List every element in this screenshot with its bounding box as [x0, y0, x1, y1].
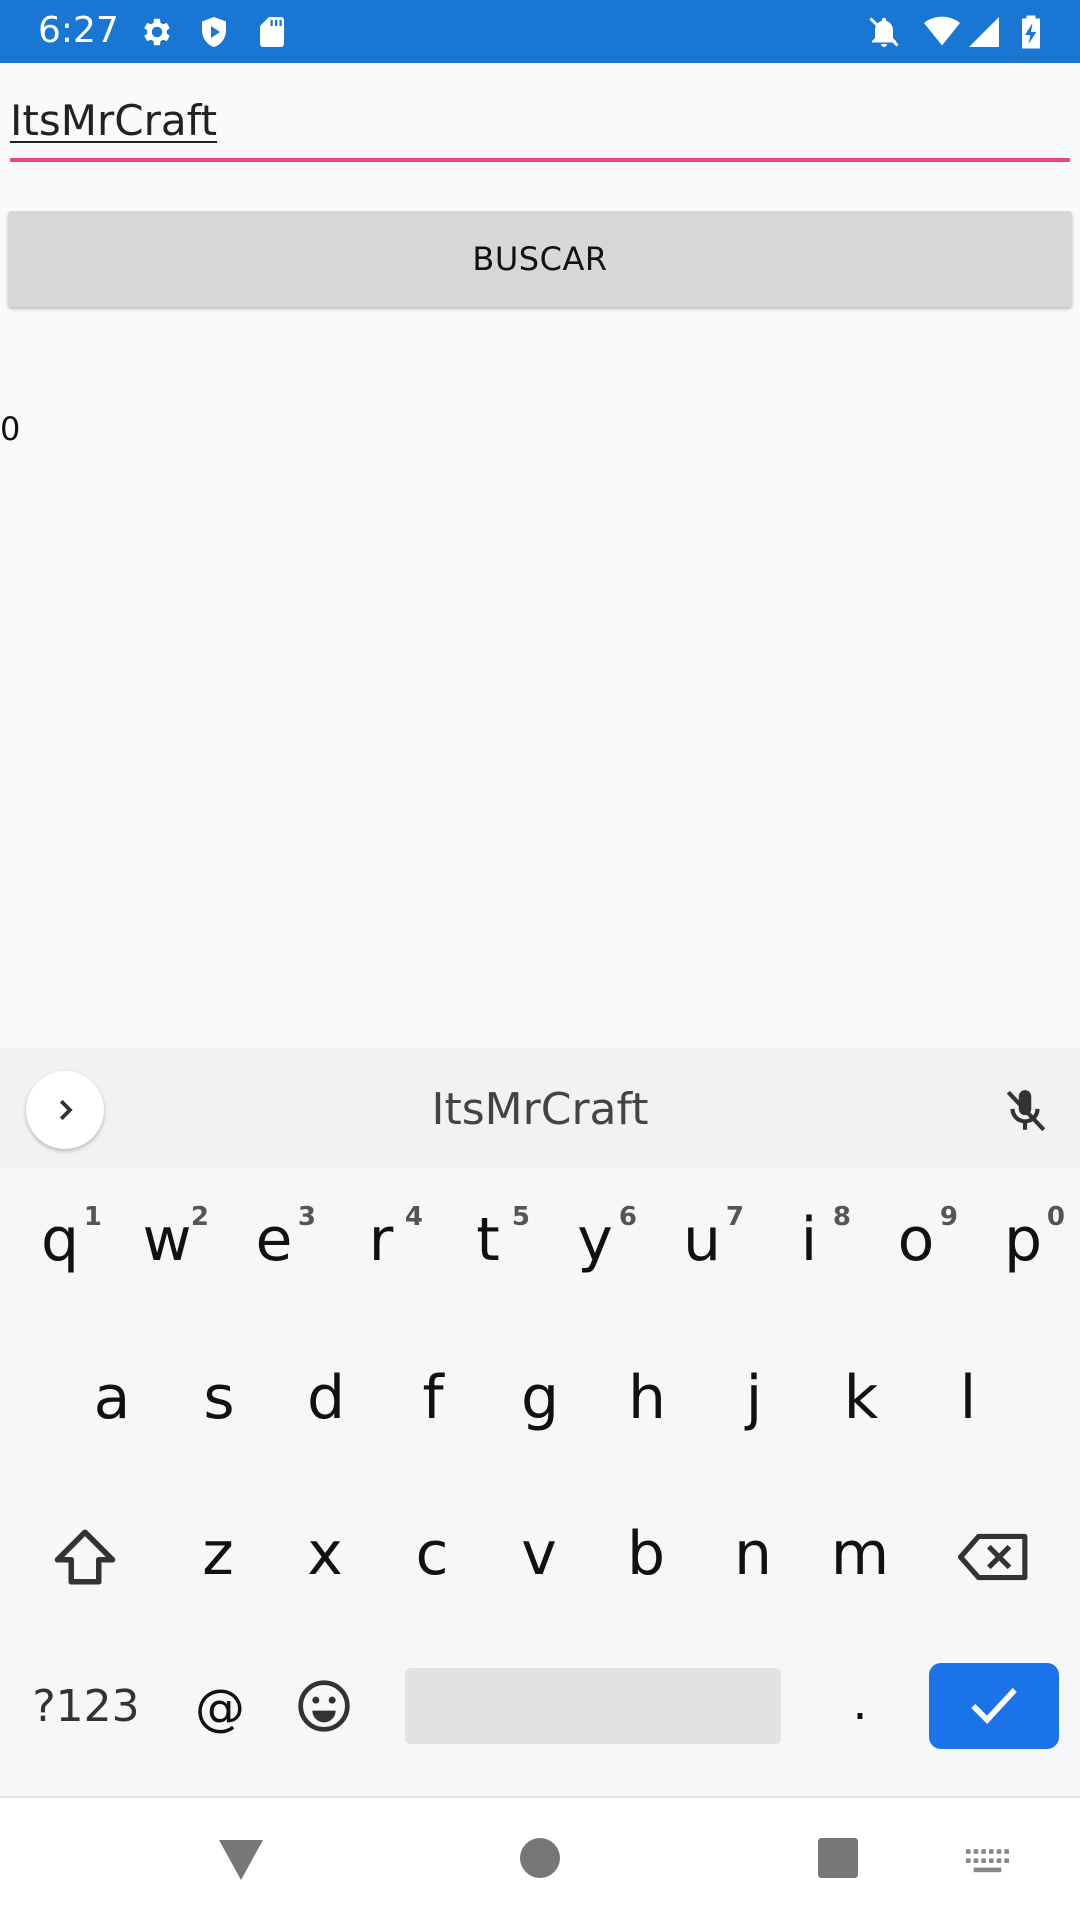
keyboard-switch-icon[interactable] — [966, 1848, 1012, 1878]
key-m[interactable]: m — [810, 1494, 910, 1614]
search-input[interactable] — [10, 96, 1070, 162]
key-y[interactable]: y6 — [545, 1180, 645, 1300]
key-hint-number: 7 — [725, 1202, 744, 1232]
battery-charging-icon — [1022, 15, 1040, 49]
key-e[interactable]: e3 — [224, 1180, 324, 1300]
key-h[interactable]: h — [597, 1338, 697, 1458]
key-label: i — [800, 1205, 818, 1275]
key-hint-number: 4 — [404, 1202, 423, 1232]
backspace-key[interactable] — [958, 1530, 1030, 1584]
key-label: h — [627, 1363, 667, 1433]
key-b[interactable]: b — [596, 1494, 696, 1614]
key-o[interactable]: o9 — [866, 1180, 966, 1300]
key-hint-number: 3 — [297, 1202, 316, 1232]
status-time: 6:27 — [38, 10, 119, 51]
emoji-icon[interactable] — [296, 1678, 352, 1734]
result-count: 0 — [0, 410, 21, 448]
key-s[interactable]: s — [169, 1338, 269, 1458]
key-hint-number: 5 — [511, 1202, 530, 1232]
key-u[interactable]: u7 — [652, 1180, 752, 1300]
key-c[interactable]: c — [382, 1494, 482, 1614]
key-label: l — [959, 1363, 977, 1433]
key-a[interactable]: a — [62, 1338, 162, 1458]
key-r[interactable]: r4 — [331, 1180, 431, 1300]
checkmark-icon — [971, 1687, 1017, 1724]
key-label: v — [521, 1519, 557, 1589]
key-z[interactable]: z — [168, 1494, 268, 1614]
key-label: k — [843, 1363, 879, 1433]
notifications-off-icon — [869, 17, 899, 47]
key-label: t — [476, 1205, 500, 1275]
key-n[interactable]: n — [703, 1494, 803, 1614]
suggestion-word[interactable]: ItsMrCraft — [0, 1084, 1080, 1135]
navigation-bar — [0, 1796, 1080, 1920]
key-label: m — [830, 1519, 890, 1589]
home-icon[interactable] — [520, 1838, 560, 1878]
key-label: p — [1003, 1205, 1043, 1275]
at-key[interactable]: @ — [170, 1668, 270, 1748]
key-label: y — [577, 1205, 613, 1275]
key-label: n — [733, 1519, 773, 1589]
key-hint-number: 1 — [83, 1202, 102, 1232]
key-label: x — [307, 1519, 343, 1589]
key-v[interactable]: v — [489, 1494, 589, 1614]
key-label: s — [203, 1363, 235, 1433]
mic-off-icon[interactable] — [1000, 1084, 1050, 1138]
gear-icon — [144, 18, 170, 46]
key-label: a — [93, 1363, 131, 1433]
buscar-button[interactable]: BUSCAR — [8, 211, 1072, 307]
back-icon[interactable] — [217, 1838, 265, 1882]
key-label: c — [415, 1519, 449, 1589]
on-screen-keyboard: ItsMrCraft ?123 @ . q1w2e3r4t5y6u7i8o9p0… — [0, 1048, 1080, 1796]
key-l[interactable]: l — [918, 1338, 1018, 1458]
key-q[interactable]: q1 — [10, 1180, 110, 1300]
key-g[interactable]: g — [490, 1338, 590, 1458]
key-i[interactable]: i8 — [759, 1180, 859, 1300]
key-label: j — [745, 1363, 763, 1433]
key-label: d — [306, 1363, 346, 1433]
enter-key[interactable] — [929, 1663, 1059, 1749]
period-key[interactable]: . — [810, 1658, 910, 1748]
key-label: e — [255, 1205, 293, 1275]
key-hint-number: 2 — [190, 1202, 209, 1232]
key-label: g — [520, 1363, 560, 1433]
key-k[interactable]: k — [811, 1338, 911, 1458]
key-t[interactable]: t5 — [438, 1180, 538, 1300]
key-label: w — [142, 1205, 192, 1275]
shield-icon — [202, 17, 226, 47]
status-bar: 6:27 — [0, 0, 1080, 63]
key-label: z — [202, 1519, 234, 1589]
sd-card-icon — [260, 17, 284, 47]
wifi-icon — [924, 16, 960, 46]
key-hint-number: 9 — [939, 1202, 958, 1232]
shift-key[interactable] — [52, 1526, 118, 1588]
key-label: q — [40, 1205, 80, 1275]
suggestion-bar: ItsMrCraft — [0, 1048, 1080, 1168]
symbols-key[interactable]: ?123 — [26, 1668, 146, 1744]
key-label: f — [422, 1363, 444, 1433]
key-j[interactable]: j — [704, 1338, 804, 1458]
key-label: o — [897, 1205, 935, 1275]
key-d[interactable]: d — [276, 1338, 376, 1458]
cell-signal-icon — [969, 17, 999, 47]
key-f[interactable]: f — [383, 1338, 483, 1458]
key-hint-number: 0 — [1046, 1202, 1065, 1232]
key-label: r — [368, 1205, 394, 1275]
key-x[interactable]: x — [275, 1494, 375, 1614]
key-w[interactable]: w2 — [117, 1180, 217, 1300]
key-hint-number: 8 — [832, 1202, 851, 1232]
key-p[interactable]: p0 — [973, 1180, 1073, 1300]
key-label: u — [682, 1205, 722, 1275]
key-hint-number: 6 — [618, 1202, 637, 1232]
recents-icon[interactable] — [818, 1838, 858, 1878]
key-label: b — [626, 1519, 666, 1589]
space-bar[interactable] — [405, 1668, 781, 1744]
